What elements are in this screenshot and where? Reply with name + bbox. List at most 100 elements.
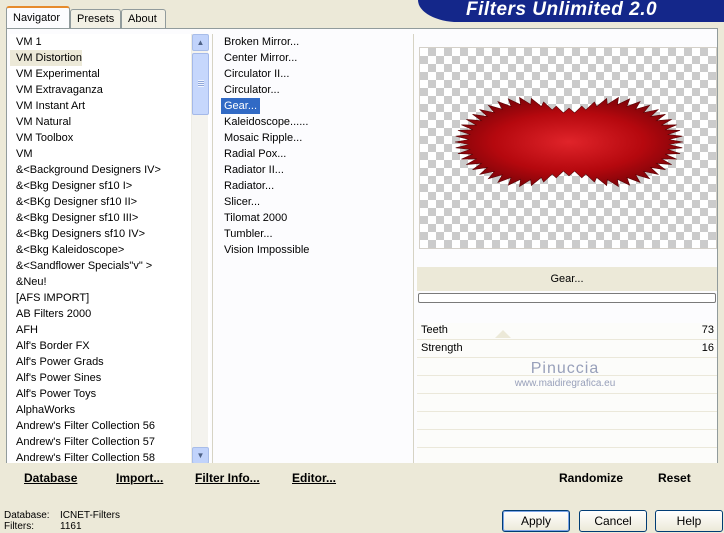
tab-about-label: About: [128, 13, 157, 25]
scroll-down-button[interactable]: ▼: [192, 447, 209, 464]
filter-item[interactable]: Broken Mirror...: [221, 34, 299, 50]
category-item[interactable]: &<Background Designers IV>: [10, 162, 210, 178]
bottom-toolbar: Database Import... Filter Info... Editor…: [6, 463, 718, 493]
filter-item[interactable]: Mosaic Ripple...: [221, 130, 302, 146]
filter-item-row: Kaleidoscope......: [221, 114, 411, 130]
filter-item-row: Tumbler...: [221, 226, 411, 242]
filter-item[interactable]: Circulator...: [221, 82, 280, 98]
tab-presets[interactable]: Presets: [70, 9, 121, 28]
cancel-button[interactable]: Cancel: [579, 510, 647, 532]
filter-item[interactable]: Slicer...: [221, 194, 260, 210]
filter-item-row: Broken Mirror...: [221, 34, 411, 50]
tab-navigator-label: Navigator: [13, 12, 61, 24]
column-divider: [413, 34, 414, 464]
column-divider: [212, 34, 213, 464]
category-item[interactable]: Alf's Power Toys: [10, 386, 210, 402]
category-item[interactable]: VM: [10, 146, 210, 162]
category-item[interactable]: VM Extravaganza: [10, 82, 210, 98]
category-item[interactable]: VM Toolbox: [10, 130, 210, 146]
filter-item-row: Mosaic Ripple...: [221, 130, 411, 146]
param-strength-value: 16: [701, 342, 714, 354]
category-item[interactable]: &<Bkg Designer sf10 III>: [10, 210, 210, 226]
filter-item[interactable]: Radiator...: [221, 178, 274, 194]
chevron-down-icon: ▼: [196, 451, 205, 460]
category-item[interactable]: AB Filters 2000: [10, 306, 210, 322]
filter-item-row: Circulator II...: [221, 66, 411, 82]
filter-name-label: Gear...: [417, 267, 717, 291]
filters-info-label: Filters:: [4, 521, 34, 532]
help-button[interactable]: Help: [655, 510, 723, 532]
category-item[interactable]: Andrew's Filter Collection 58: [10, 450, 210, 464]
param-strength-label: Strength: [421, 342, 463, 354]
filter-item[interactable]: Kaleidoscope......: [221, 114, 308, 130]
preview-canvas: [419, 47, 717, 249]
category-item[interactable]: Andrew's Filter Collection 56: [10, 418, 210, 434]
filter-item[interactable]: Gear...: [221, 98, 261, 114]
database-info-value: ICNET-Filters: [60, 510, 120, 521]
category-item[interactable]: &<BKg Designer sf10 II>: [10, 194, 210, 210]
editor-button[interactable]: Editor...: [292, 471, 336, 485]
filters-info: Filters: 1161: [4, 521, 82, 533]
filter-item-row: Radiator II...: [221, 162, 411, 178]
category-item[interactable]: AlphaWorks: [10, 402, 210, 418]
category-item[interactable]: &<Bkg Kaleidoscope>: [10, 242, 210, 258]
filter-item-row: Circulator...: [221, 82, 411, 98]
tab-about[interactable]: About: [121, 9, 166, 28]
filter-item-row: Tilomat 2000: [221, 210, 411, 226]
category-item[interactable]: Alf's Border FX: [10, 338, 210, 354]
filter-item-row: Center Mirror...: [221, 50, 411, 66]
filter-item[interactable]: Tumbler...: [221, 226, 273, 242]
scroll-thumb[interactable]: [192, 53, 209, 115]
filter-item-row: Slicer...: [221, 194, 411, 210]
category-item[interactable]: Andrew's Filter Collection 57: [10, 434, 210, 450]
category-item[interactable]: VM Natural: [10, 114, 210, 130]
category-item[interactable]: [AFS IMPORT]: [10, 290, 210, 306]
filter-item[interactable]: Tilomat 2000: [221, 210, 287, 226]
param-teeth-value: 73: [701, 324, 714, 336]
randomize-button[interactable]: Randomize: [559, 471, 623, 485]
filters-info-value: 1161: [60, 521, 82, 532]
category-item[interactable]: Alf's Power Grads: [10, 354, 210, 370]
watermark-url: www.maidiregrafica.eu: [514, 378, 616, 389]
database-button[interactable]: Database: [24, 471, 77, 485]
filter-info-button[interactable]: Filter Info...: [195, 471, 260, 485]
import-button[interactable]: Import...: [116, 471, 163, 485]
slider-marker-icon: [495, 330, 511, 338]
parameter-area: Teeth 73 Strength 16: [417, 323, 717, 467]
reset-button[interactable]: Reset: [658, 471, 691, 485]
filter-item-row: Radial Pox...: [221, 146, 411, 162]
watermark: Pinuccia www.maidiregrafica.eu: [500, 360, 630, 389]
param-teeth-label: Teeth: [421, 324, 448, 336]
category-item[interactable]: VM Distortion: [10, 50, 82, 66]
filter-item[interactable]: Radial Pox...: [221, 146, 286, 162]
progress-bar: [418, 293, 716, 303]
param-strength-slider[interactable]: Strength 16: [417, 341, 717, 358]
param-empty-row: [417, 395, 717, 412]
navigator-panel: VM 1 VM Distortion VM Experimental VM Extra…: [6, 28, 718, 468]
watermark-name: Pinuccia: [530, 360, 600, 377]
filter-list[interactable]: Broken Mirror... Center Mirror... Circulat…: [221, 34, 411, 464]
category-item[interactable]: AFH: [10, 322, 210, 338]
chevron-up-icon: ▲: [196, 38, 205, 47]
filter-item[interactable]: Vision Impossible: [221, 242, 309, 258]
category-item[interactable]: &<Bkg Designers sf10 IV>: [10, 226, 210, 242]
gear-preview-image: [454, 96, 684, 188]
category-scrollbar[interactable]: ▲ ▼: [191, 34, 209, 464]
tab-presets-label: Presets: [77, 13, 115, 25]
scroll-up-button[interactable]: ▲: [192, 34, 209, 51]
category-item[interactable]: VM Experimental: [10, 66, 210, 82]
category-item[interactable]: VM Instant Art: [10, 98, 210, 114]
category-item[interactable]: &<Sandflower Specials"v" >: [10, 258, 210, 274]
filter-item[interactable]: Center Mirror...: [221, 50, 297, 66]
category-item[interactable]: Alf's Power Sines: [10, 370, 210, 386]
category-item[interactable]: &<Bkg Designer sf10 I>: [10, 178, 210, 194]
filter-item[interactable]: Circulator II...: [221, 66, 289, 82]
category-item[interactable]: &Neu!: [10, 274, 210, 290]
param-empty-row: [417, 413, 717, 430]
filter-item[interactable]: Radiator II...: [221, 162, 284, 178]
tab-navigator[interactable]: Navigator: [6, 6, 70, 28]
category-list[interactable]: VM 1 VM Distortion VM Experimental VM Extra…: [10, 34, 210, 464]
category-item[interactable]: VM 1: [10, 34, 210, 50]
param-teeth-slider[interactable]: Teeth 73: [417, 323, 717, 340]
apply-button[interactable]: Apply: [502, 510, 570, 532]
